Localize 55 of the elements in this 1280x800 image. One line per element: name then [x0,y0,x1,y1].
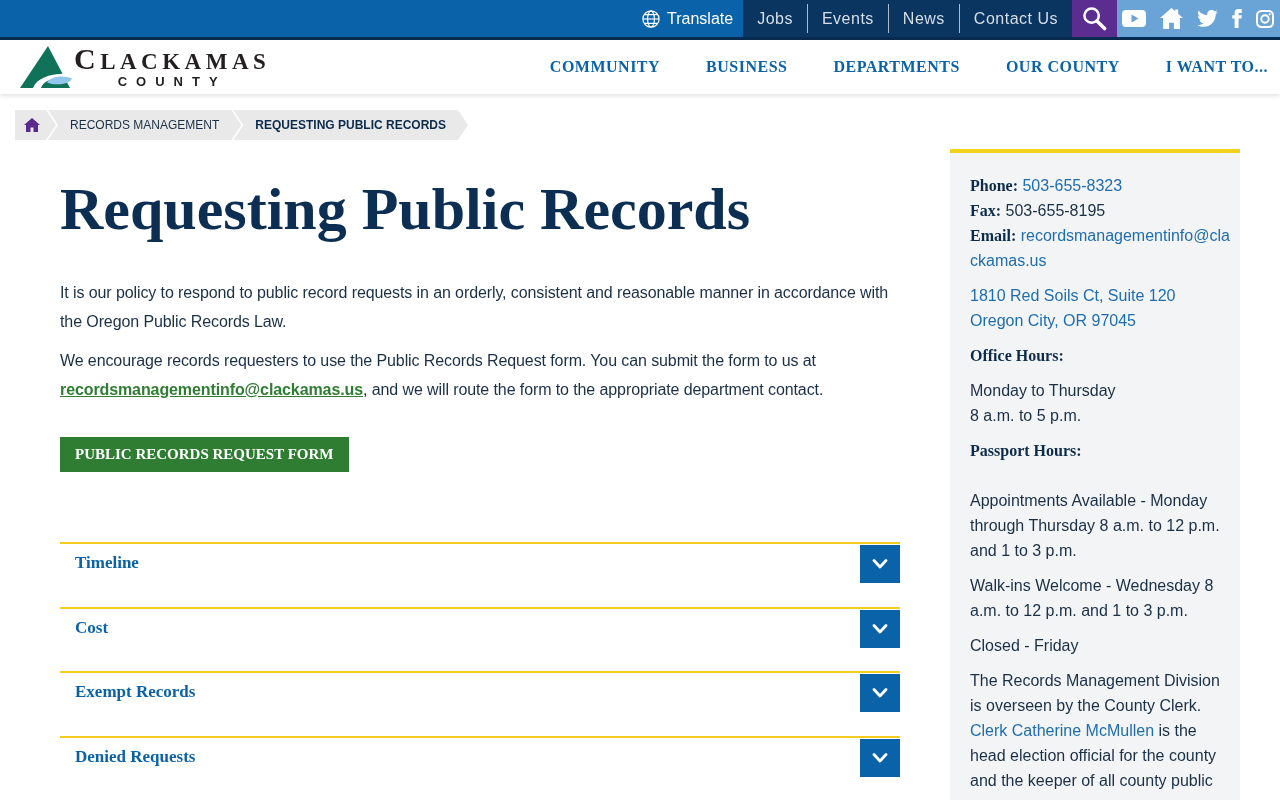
address-link[interactable]: Oregon City, OR 97045 [970,308,1136,333]
camera-icon[interactable] [1256,9,1274,28]
breadcrumb-item[interactable]: RECORDS MANAGEMENT [48,110,242,140]
email-link[interactable]: recordsmanagementinfo@clackamas.us [60,381,363,398]
page-title: Requesting Public Records [60,175,751,244]
nav-link[interactable]: OUR COUNTY [1005,58,1120,76]
clerk-link[interactable]: Clerk Catherine McMullen [970,722,1155,739]
utility-link[interactable]: Jobs [743,4,807,33]
search-icon [1082,6,1107,31]
contact-line: Fax: 503-655-8195 [970,201,1107,221]
breadcrumb-item[interactable]: REQUESTING PUBLIC RECORDS [233,110,469,140]
request-form-button[interactable]: PUBLIC RECORDS REQUEST FORM [60,437,349,472]
contact-line: Email: recordsmanagementinfo@clackamas.us [970,226,1230,271]
body-paragraph: It is our policy to respond to public record requests in an orderly, consistent and reasonable manner in accordance with the Oregon Public Records Law. [60,283,890,332]
chevron-down-icon [872,688,888,699]
address-link[interactable]: 1810 Red Soils Ct, Suite 120 [970,283,1176,308]
triangle-logo-icon[interactable] [20,46,72,88]
expand-button[interactable] [860,609,900,648]
logo-subtitle: COUNTY [117,74,227,89]
accordion-title[interactable]: Timeline [60,553,139,573]
expand-button[interactable] [860,545,900,583]
hours-text: Walk-ins Welcome - Wednesday 8 a.m. to 12 p.m. and 1 to 3 p.m. [970,576,1215,621]
globe-icon [642,9,660,28]
house-icon[interactable] [1160,8,1183,29]
utility-link[interactable]: News [887,4,959,33]
logo-wordmark: CLACKAMAS [74,45,271,75]
home-breadcrumb[interactable] [15,110,56,140]
nav-link[interactable]: I WANT TO... [1165,58,1268,76]
expand-button[interactable] [860,674,900,713]
chevron-down-icon [872,753,888,764]
nav-link[interactable]: DEPARTMENTS [833,58,960,76]
play-button-icon[interactable] [1122,10,1146,27]
contact-line: Phone: 503-655-8323 [970,176,1124,196]
accordion-title[interactable]: Denied Requests [60,747,196,768]
hours-text: Monday to Thursday [970,381,1117,401]
expand-button[interactable] [860,739,900,778]
search-button[interactable] [1072,0,1117,37]
nav-link[interactable]: BUSINESS [706,58,788,76]
hours-text: 8 a.m. to 5 p.m. [970,406,1083,426]
sidebar-paragraph: The Records Management Division is overseen by the County Clerk. Clerk Catherine McMullen is the head election official for the county and the keeper of all county public [970,671,1221,791]
nav-link[interactable]: COMMUNITY [549,58,661,76]
house-icon [24,118,40,132]
accordion-title[interactable]: Cost [60,617,109,638]
translate-button[interactable]: Translate [632,0,744,37]
letter-f-icon[interactable] [1232,9,1242,28]
chevron-down-icon [872,623,888,634]
hours-text: Appointments Available - Monday through Thursday 8 a.m. to 12 p.m. and 1 to 3 p.m. [970,491,1221,561]
utility-link[interactable]: Events [806,4,888,33]
hours-heading: Passport Hours: [970,441,1082,462]
chevron-down-icon [872,559,888,569]
hours-text: Closed - Friday [970,636,1080,656]
body-paragraph: We encourage records requesters to use the Public Records Request form. You can submit the form to us at recordsmanagementinfo@clackamas.us, and we will route the form to the appropriate department contact. [60,351,825,400]
accordion-title[interactable]: Exempt Records [60,682,196,703]
bird-icon[interactable] [1197,10,1218,27]
hours-heading: Office Hours: [970,346,1064,366]
